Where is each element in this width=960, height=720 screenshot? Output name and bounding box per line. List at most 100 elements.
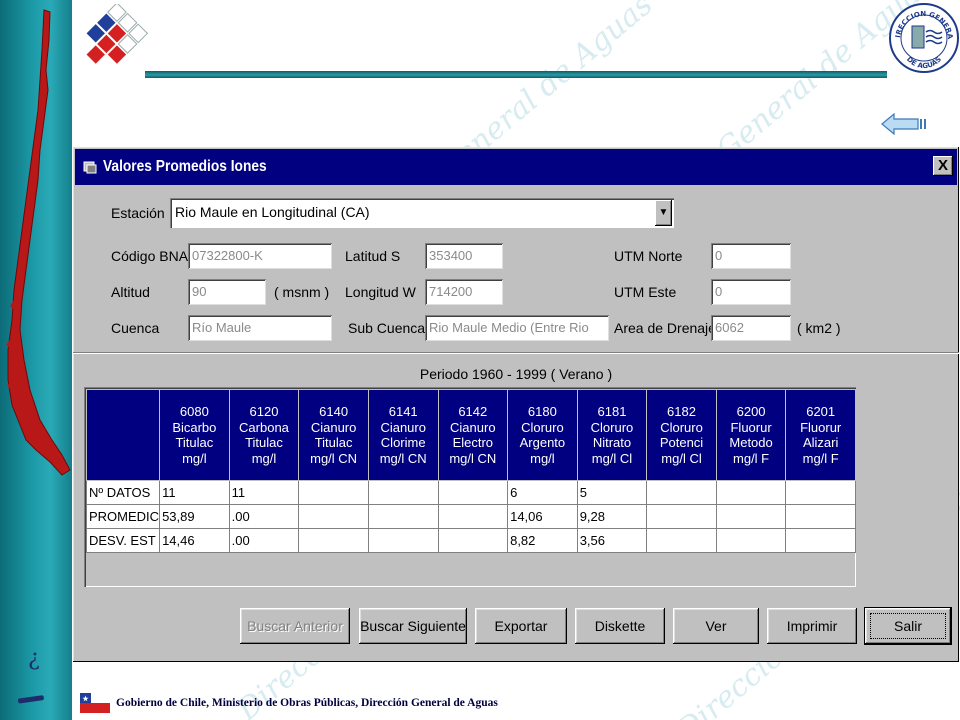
government-logo-icon xyxy=(86,4,148,64)
table-cell[interactable]: 9,28 xyxy=(576,504,648,529)
column-header: 6182 Cloruro Potenci mg/l Cl xyxy=(646,389,717,481)
estacion-select[interactable]: Rio Maule en Longitudinal (CA) ▼ xyxy=(170,198,674,228)
table-cell[interactable] xyxy=(367,480,439,505)
row-label: Nº DATOS xyxy=(85,480,161,505)
back-arrow-icon[interactable] xyxy=(880,112,930,136)
table-cell[interactable]: 8,82 xyxy=(507,528,578,553)
table-cell[interactable] xyxy=(437,528,509,553)
table-cell[interactable]: .00 xyxy=(228,504,300,529)
utm-este-field[interactable]: 0 xyxy=(711,279,791,305)
column-header-line: Cianuro xyxy=(450,419,496,435)
table-cell[interactable]: 14,06 xyxy=(507,504,578,529)
section-divider xyxy=(73,352,959,354)
chile-map-icon: ¿ xyxy=(6,9,71,704)
column-header-line: Potenci xyxy=(659,435,704,450)
table-cell[interactable] xyxy=(367,528,439,553)
footer: Gobierno de Chile, Ministerio de Obras P… xyxy=(80,693,498,713)
row-header-corner xyxy=(85,389,161,481)
area-drenaje-field[interactable]: 6062 xyxy=(711,315,791,341)
table-cell[interactable] xyxy=(298,480,369,505)
table-cell[interactable]: 3,56 xyxy=(576,528,648,553)
table-cell[interactable] xyxy=(298,504,369,529)
row-label: DESV. EST xyxy=(85,528,161,553)
sub-cuenca-field[interactable]: Rio Maule Medio (Entre Rio xyxy=(425,315,609,341)
chile-flag-icon xyxy=(80,693,110,713)
periodo-label: Periodo 1960 - 1999 ( Verano ) xyxy=(419,366,613,382)
column-header-line: 6182 xyxy=(667,404,696,419)
altitud-unit: ( msnm ) xyxy=(274,284,330,300)
table-cell[interactable] xyxy=(437,480,509,505)
table-cell[interactable] xyxy=(715,504,787,529)
table-cell[interactable]: 11 xyxy=(228,480,300,505)
column-header-line: Metodo xyxy=(729,435,773,450)
close-button[interactable]: X xyxy=(933,156,953,176)
column-header-line: Fluorur xyxy=(800,419,842,435)
imprimir-button[interactable]: Imprimir xyxy=(767,608,857,644)
table-cell[interactable]: 5 xyxy=(576,480,648,505)
table-cell[interactable] xyxy=(715,480,787,505)
table-cell[interactable] xyxy=(785,528,856,553)
latitud-label: Latitud S xyxy=(345,248,401,264)
column-header-line: mg/l CN xyxy=(310,450,358,466)
column-header-line: mg/l xyxy=(251,450,277,466)
table-row: Nº DATOS 11 11 6 5 xyxy=(85,480,856,505)
column-header: 6142 Cianuro Electro mg/l CN xyxy=(437,389,509,481)
cuenca-label: Cuenca xyxy=(111,320,160,336)
window-title: Valores Promedios Iones xyxy=(103,158,267,175)
buscar-siguiente-button[interactable]: Buscar Siguiente xyxy=(359,608,467,644)
column-header: 6141 Cianuro Clorime mg/l CN xyxy=(367,389,439,481)
longitud-field[interactable]: 714200 xyxy=(425,279,503,305)
table-cell[interactable]: 6 xyxy=(507,480,578,505)
column-header-line: 6142 xyxy=(458,404,488,419)
diskette-button[interactable]: Diskette xyxy=(575,608,665,644)
table-cell[interactable]: 53,89 xyxy=(159,504,230,529)
table-cell[interactable]: 11 xyxy=(159,480,230,505)
dropdown-arrow-icon[interactable]: ▼ xyxy=(655,200,672,226)
table-cell[interactable] xyxy=(646,504,717,529)
table-cell[interactable] xyxy=(785,480,856,505)
column-header-line: 6141 xyxy=(388,404,418,419)
altitud-field[interactable]: 90 xyxy=(188,279,266,305)
column-header-line: Titulac xyxy=(245,435,283,450)
exportar-button[interactable]: Exportar xyxy=(475,608,567,644)
column-header-line: Electro xyxy=(452,435,494,450)
left-decorative-band: ¿ xyxy=(0,0,72,720)
column-header-line: mg/l F xyxy=(733,450,770,466)
column-header-line: Titulac xyxy=(175,435,214,450)
column-header-line: mg/l CN xyxy=(379,450,427,466)
table-cell[interactable] xyxy=(437,504,509,529)
buscar-anterior-button[interactable]: Buscar Anterior xyxy=(240,608,350,644)
table-row: DESV. EST 14,46.00 8,82 3,56 xyxy=(85,528,856,553)
cuenca-field[interactable]: Río Maule xyxy=(188,315,332,341)
column-header-line: Bicarbo xyxy=(172,419,217,435)
latitud-field[interactable]: 353400 xyxy=(425,243,503,269)
table-cell[interactable]: .00 xyxy=(228,528,300,553)
table-cell[interactable] xyxy=(367,504,439,529)
utm-este-label: UTM Este xyxy=(614,284,677,300)
ion-table: 6080 Bicarbo Titulac mg/l 6120 Carbona Titulac… xyxy=(85,389,856,553)
window-titlebar: Valores Promedios Iones X xyxy=(75,149,957,185)
table-cell[interactable] xyxy=(646,528,717,553)
table-cell[interactable]: 14,46 xyxy=(159,528,230,553)
utm-norte-field[interactable]: 0 xyxy=(711,243,791,269)
column-header-line: Carbona xyxy=(239,419,289,435)
column-header-line: 6200 xyxy=(736,404,766,419)
codigo-bna-field[interactable]: 07322800-K xyxy=(188,243,332,269)
altitud-label: Altitud xyxy=(111,284,150,300)
app-icon xyxy=(83,161,97,174)
column-header-line: mg/l Cl xyxy=(591,450,633,466)
ver-button[interactable]: Ver xyxy=(673,608,759,644)
ion-data-grid[interactable]: 6080 Bicarbo Titulac mg/l 6120 Carbona Titulac… xyxy=(84,387,856,587)
column-header-line: Fluorur xyxy=(730,419,772,435)
estacion-value: Rio Maule en Longitudinal (CA) xyxy=(175,204,370,220)
salir-button[interactable]: Salir xyxy=(864,607,952,645)
sub-cuenca-label: Sub Cuenca xyxy=(348,320,426,336)
table-cell[interactable] xyxy=(785,504,856,529)
column-header-line: mg/l Cl xyxy=(661,450,702,466)
table-cell[interactable] xyxy=(646,480,717,505)
column-header-line: mg/l xyxy=(530,450,555,466)
table-cell[interactable] xyxy=(715,528,787,553)
table-cell[interactable] xyxy=(298,528,369,553)
column-header: 6181 Cloruro Nitrato mg/l Cl xyxy=(576,389,648,481)
column-header-line: Cianuro xyxy=(380,419,426,435)
